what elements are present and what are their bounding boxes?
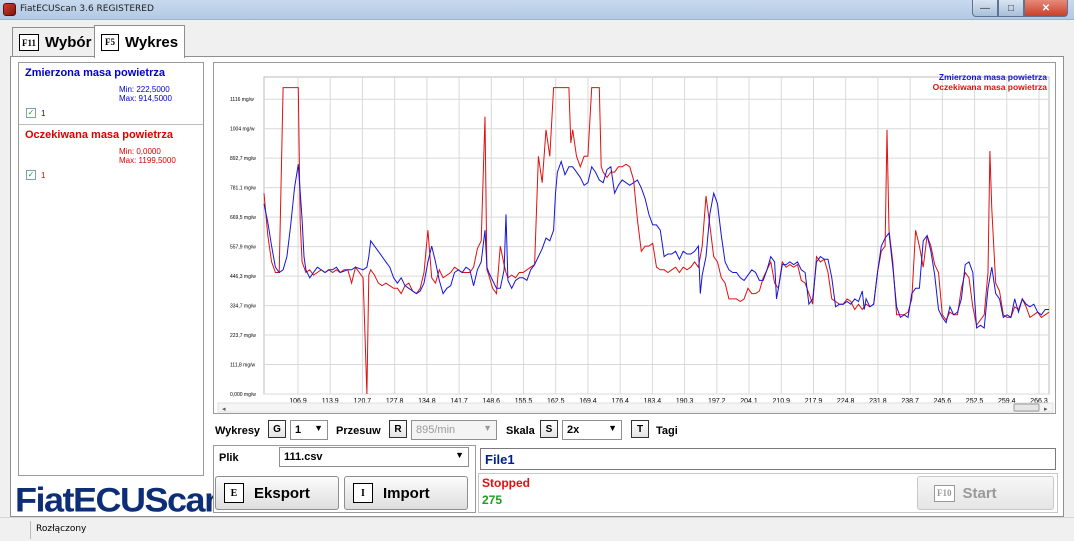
connection-status: Rozłączony xyxy=(30,521,91,539)
status-bar: Rozłączony xyxy=(0,517,1074,541)
tab-wybor[interactable]: F11 Wybór xyxy=(12,27,99,57)
maximize-button[interactable]: □ xyxy=(998,0,1024,17)
y-tick-label: 557,9 mg/w xyxy=(230,245,256,251)
plik-label: Plik xyxy=(219,452,239,464)
legend-series-min: Min: 0,0000 xyxy=(119,147,161,156)
legend-series-max: Max: 914,5000 xyxy=(119,94,172,103)
skala-value: 2x xyxy=(567,424,580,436)
series-legend-panel: Zmierzona masa powietrza Min: 222,5000 M… xyxy=(18,62,204,476)
scroll-right-icon: ▸ xyxy=(1044,406,1048,413)
plik-select[interactable]: 111.csv ▼ xyxy=(279,447,469,467)
wykresy-value: 1 xyxy=(295,424,302,436)
tab-wykres[interactable]: F5 Wykres xyxy=(94,25,186,58)
przesuw-value: 895/min xyxy=(416,424,456,436)
y-tick-label: 892,7 mg/w xyxy=(230,156,256,162)
legend-series-min: Min: 222,5000 xyxy=(119,85,170,94)
y-tick-label: 446,3 mg/w xyxy=(230,274,256,280)
chart-legend-entry: Zmierzona masa powietrza xyxy=(939,72,1047,82)
start-label: Start xyxy=(962,484,997,502)
record-count: 275 xyxy=(482,493,503,507)
legend-item[interactable]: Oczekiwana masa powietrza Min: 0,0000 Ma… xyxy=(19,125,203,187)
skala-label: Skala xyxy=(506,425,535,437)
start-button[interactable]: F10 Start xyxy=(917,476,1054,510)
status-text: Stopped xyxy=(482,476,530,490)
import-label: Import xyxy=(383,484,430,502)
legend-series-name: Oczekiwana masa powietrza xyxy=(25,129,173,141)
plik-value: 111.csv xyxy=(284,451,323,463)
legend-item[interactable]: Zmierzona masa powietrza Min: 222,5000 M… xyxy=(19,63,203,125)
wykresy-label: Wykresy xyxy=(215,425,261,437)
minimize-button[interactable]: — xyxy=(972,0,998,17)
eksport-key: E xyxy=(224,483,244,503)
przesuw-label: Przesuw xyxy=(336,425,381,437)
tab-wybor-key: F11 xyxy=(19,34,40,51)
eksport-button[interactable]: E Eksport xyxy=(215,476,339,510)
y-tick-label: 0,000 mg/w xyxy=(230,392,256,398)
close-button[interactable]: ✕ xyxy=(1024,0,1068,17)
window-title: FiatECUScan 3.6 REGISTERED xyxy=(20,4,154,14)
plot-area xyxy=(263,76,1050,395)
chart-legend-entry: Oczekiwana masa powietrza xyxy=(933,82,1048,92)
window-controls: — □ ✕ xyxy=(972,0,1068,17)
eksport-label: Eksport xyxy=(254,484,310,502)
y-tick-label: 111,8 mg/w xyxy=(230,363,255,369)
tagi-label: Tagi xyxy=(656,425,678,437)
y-tick-label: 781,1 mg/w xyxy=(230,186,256,192)
y-tick-label: 1004 mg/w xyxy=(230,127,255,133)
scrollbar-thumb[interactable] xyxy=(1013,403,1040,412)
przesuw-select[interactable]: 895/min ▼ xyxy=(411,420,497,440)
tagi-key-button[interactable]: T xyxy=(631,420,649,438)
import-button[interactable]: I Import xyxy=(344,476,468,510)
legend-series-index: 1 xyxy=(41,109,46,118)
skala-key-button[interactable]: S xyxy=(540,420,558,438)
skala-select[interactable]: 2x ▼ xyxy=(562,420,622,440)
file-name-field[interactable]: File1 xyxy=(480,448,1056,470)
wykresy-select[interactable]: 1 ▼ xyxy=(290,420,328,440)
tab-wybor-label: Wybór xyxy=(45,34,92,51)
import-key: I xyxy=(353,483,373,503)
scroll-left-icon: ◂ xyxy=(222,406,226,413)
legend-series-max: Max: 1199,5000 xyxy=(119,156,176,165)
horizontal-scrollbar xyxy=(217,402,1054,413)
y-tick-label: 1116 mg/w xyxy=(230,97,254,103)
chevron-down-icon: ▼ xyxy=(608,423,617,433)
tab-wykres-key: F5 xyxy=(101,33,119,51)
title-bar: FiatECUScan 3.6 REGISTERED — □ ✕ xyxy=(0,0,1074,20)
y-tick-label: 223,7 mg/w xyxy=(230,333,256,339)
chevron-down-icon: ▼ xyxy=(455,450,464,460)
przesuw-key-button[interactable]: R xyxy=(389,420,407,438)
line-chart: 106,9 113,9 120,7 127,8 134,8 141,7 148,6 155,5… xyxy=(217,72,1054,413)
chart-frame: 106,9 113,9 120,7 127,8 134,8 141,7 148,6 155,5… xyxy=(213,62,1056,414)
start-key: F10 xyxy=(934,484,955,502)
tab-wykres-label: Wykres xyxy=(125,33,179,51)
series-checkbox[interactable]: ✓ xyxy=(26,108,36,118)
wykresy-key-button[interactable]: G xyxy=(268,420,286,438)
y-tick-label: 669,5 mg/w xyxy=(230,215,256,221)
y-tick-label: 334,7 mg/w xyxy=(230,304,256,310)
series-checkbox[interactable]: ✓ xyxy=(26,170,36,180)
chevron-down-icon: ▼ xyxy=(314,423,323,433)
chevron-down-icon: ▼ xyxy=(483,423,492,433)
app-logo: FiatECUScan xyxy=(15,480,226,519)
app-icon xyxy=(3,3,16,16)
legend-series-index: 1 xyxy=(41,171,46,180)
legend-series-name: Zmierzona masa powietrza xyxy=(25,67,165,79)
